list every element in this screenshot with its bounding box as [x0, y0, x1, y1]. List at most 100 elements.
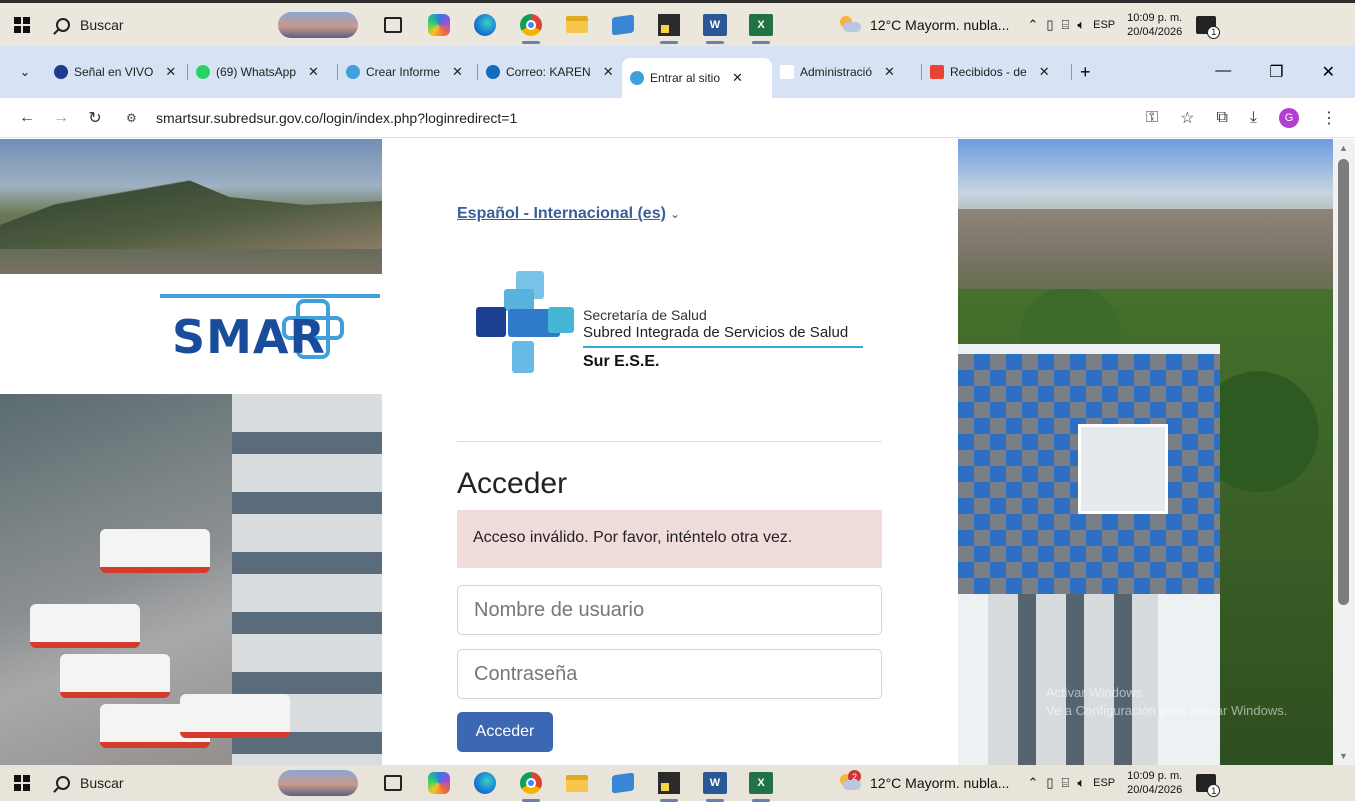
tab-senal[interactable]: Señal en VIVO ✕	[46, 54, 188, 90]
chevron-up-icon[interactable]: ⌃	[1027, 17, 1038, 33]
chevron-up-icon[interactable]: ⌃	[1027, 775, 1038, 791]
tab-entrar-al-sitio[interactable]: Entrar al sitio ✕	[622, 58, 772, 98]
hospital-photo	[0, 394, 382, 765]
close-icon[interactable]: ✕	[308, 64, 319, 80]
clock-time: 10:09 p. m.	[1127, 11, 1183, 24]
close-icon[interactable]: ✕	[452, 64, 463, 80]
task-view-button[interactable]	[380, 12, 406, 38]
excel-app[interactable]: X	[748, 770, 774, 802]
taskbar-search[interactable]: Buscar	[44, 765, 264, 801]
tab-favicon	[196, 65, 210, 79]
start-button[interactable]	[0, 3, 44, 46]
clock[interactable]: 10:09 p. m. 20/04/2026	[1127, 11, 1182, 39]
close-icon[interactable]: ✕	[603, 64, 614, 80]
tab-gmail[interactable]: Recibidos - de ✕	[922, 54, 1072, 90]
scroll-up-icon[interactable]: ▲	[1339, 143, 1348, 153]
folder-icon	[566, 16, 588, 33]
right-background-image: Activar Windows Ve a Configuración para …	[958, 139, 1333, 765]
search-highlight-image[interactable]	[278, 770, 358, 796]
download-icon[interactable]: ⤓	[1250, 109, 1257, 127]
outlook-app[interactable]	[610, 12, 636, 38]
taskbar-search[interactable]: Buscar	[44, 3, 264, 46]
sticky-notes-app[interactable]	[656, 770, 682, 802]
search-highlight-image[interactable]	[278, 11, 358, 38]
extensions-icon[interactable]: ⧉	[1216, 109, 1227, 127]
window-close-icon[interactable]: ✕	[1322, 62, 1335, 82]
tab-title: Entrar al sitio	[650, 71, 721, 85]
tab-title: Crear Informe	[366, 65, 441, 79]
close-icon[interactable]: ✕	[732, 70, 743, 86]
new-tab-button[interactable]: +	[1080, 62, 1091, 83]
edge-app[interactable]	[472, 12, 498, 38]
profile-avatar[interactable]: G	[1279, 107, 1299, 128]
language-selector[interactable]: Español - Internacional (es) ⌄	[457, 205, 680, 223]
tab-administracion[interactable]: Administració ✕	[772, 54, 922, 90]
file-explorer-app[interactable]	[564, 12, 590, 38]
network-icon[interactable]: ⌸	[1062, 775, 1070, 791]
chrome-app[interactable]	[518, 12, 544, 44]
username-field[interactable]	[457, 585, 882, 635]
start-button[interactable]	[0, 765, 44, 801]
network-icon[interactable]: ⌸	[1062, 17, 1070, 33]
password-key-icon[interactable]: ⚿	[1146, 109, 1158, 127]
taskbar-bottom: Buscar W X 2 12°C Mayorm. nubla... ⌃ ▯ ⌸…	[0, 765, 1355, 802]
sticky-notes-app[interactable]	[656, 12, 682, 44]
system-tray: ⌃ ▯ ⌸ 🔈︎ ESP	[1027, 17, 1115, 33]
reload-icon[interactable]: ↻	[82, 108, 108, 128]
minimize-icon[interactable]: —	[1215, 62, 1231, 82]
task-view-button[interactable]	[380, 770, 406, 796]
weather-widget[interactable]: 12°C Mayorm. nubla...	[838, 15, 1009, 34]
copilot-app[interactable]	[426, 770, 452, 796]
tab-whatsapp[interactable]: (69) WhatsApp ✕	[188, 54, 338, 90]
login-button[interactable]: Acceder	[457, 712, 553, 752]
page-scrollbar[interactable]: ▲ ▼	[1333, 139, 1355, 765]
close-icon[interactable]: ✕	[884, 64, 895, 80]
edge-app[interactable]	[472, 770, 498, 796]
url-field[interactable]: smartsur.subredsur.gov.co/login/index.ph…	[156, 110, 517, 126]
notification-center-icon[interactable]: 1	[1196, 774, 1221, 797]
browser-tabstrip: ⌄ Señal en VIVO ✕ (69) WhatsApp ✕ Crear …	[0, 46, 1355, 98]
back-icon[interactable]: ←	[14, 109, 40, 127]
site-info-icon[interactable]: ⚙	[126, 111, 146, 125]
chrome-app[interactable]	[518, 770, 544, 802]
bookmark-star-icon[interactable]: ☆	[1180, 108, 1194, 128]
weather-widget[interactable]: 2 12°C Mayorm. nubla...	[838, 770, 1009, 792]
battery-icon[interactable]: ▯	[1046, 17, 1053, 33]
org-line-2: Subred Integrada de Servicios de Salud	[583, 324, 849, 341]
tab-crear-informe[interactable]: Crear Informe ✕	[338, 54, 478, 90]
word-app[interactable]: W	[702, 12, 728, 44]
org-line-3: Sur E.S.E.	[583, 353, 660, 370]
excel-app[interactable]: X	[748, 12, 774, 44]
keyboard-language[interactable]: ESP	[1093, 777, 1115, 789]
ambulance	[60, 654, 170, 698]
page-title: Acceder	[457, 467, 568, 500]
copilot-app[interactable]	[426, 12, 452, 38]
taskbar-top: Buscar W X 12°C Mayorm. nubla... ⌃ ▯ ⌸ 🔈…	[0, 0, 1355, 46]
volume-icon[interactable]: 🔈︎	[1077, 17, 1085, 33]
tab-search-icon[interactable]: ⌄	[12, 59, 38, 85]
word-app[interactable]: W	[702, 770, 728, 802]
chrome-icon	[520, 772, 542, 794]
restore-icon[interactable]: ❐	[1269, 62, 1283, 82]
password-field[interactable]	[457, 649, 882, 699]
logo-square	[504, 289, 534, 311]
chrome-icon	[520, 13, 542, 36]
notification-center-icon[interactable]: 1	[1196, 15, 1221, 39]
close-icon[interactable]: ✕	[1039, 64, 1050, 80]
file-explorer-app[interactable]	[564, 770, 590, 796]
close-icon[interactable]: ✕	[165, 64, 176, 80]
volume-icon[interactable]: 🔈︎	[1077, 775, 1085, 791]
outlook-app[interactable]	[610, 770, 636, 796]
battery-icon[interactable]: ▯	[1046, 775, 1053, 791]
scroll-down-icon[interactable]: ▼	[1339, 751, 1348, 761]
clock[interactable]: 10:09 p. m. 20/04/2026	[1127, 769, 1182, 797]
keyboard-language[interactable]: ESP	[1093, 19, 1115, 31]
menu-kebab-icon[interactable]: ⋮	[1321, 108, 1337, 128]
scrollbar-thumb[interactable]	[1338, 159, 1349, 605]
forward-icon[interactable]: →	[48, 109, 74, 127]
clock-time: 10:09 p. m.	[1127, 770, 1183, 782]
windows-activation-watermark: Activar Windows Ve a Configuración para …	[1046, 684, 1287, 720]
tab-correo[interactable]: Correo: KAREN ✕	[478, 54, 622, 90]
sticky-notes-icon	[658, 13, 680, 36]
tab-title: Recibidos - de	[950, 65, 1027, 79]
